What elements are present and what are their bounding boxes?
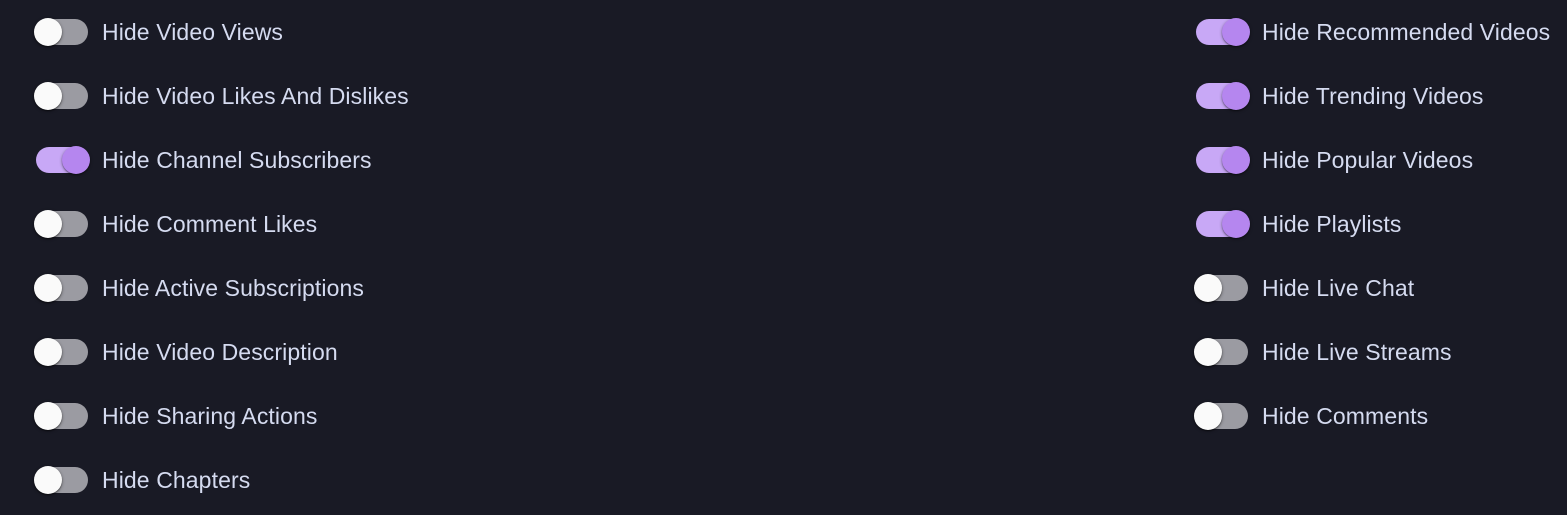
toggle-switch-hide-trending-videos-icon[interactable] [1196, 82, 1250, 110]
toggle-knob [34, 210, 62, 238]
toggle-row-hide-sharing-actions[interactable]: Hide Sharing Actions [34, 384, 1136, 448]
toggle-knob [1222, 210, 1250, 238]
toggle-row-hide-comments[interactable]: Hide Comments [1194, 384, 1567, 448]
toggle-switch-hide-video-description-icon[interactable] [34, 338, 88, 366]
toggle-label: Hide Active Subscriptions [102, 275, 365, 301]
toggle-switch-hide-video-views-icon[interactable] [34, 18, 88, 46]
toggle-knob [34, 18, 62, 46]
toggle-label: Hide Channel Subscribers [102, 147, 372, 173]
toggle-switch-hide-comment-likes-icon[interactable] [34, 210, 88, 238]
toggle-label: Hide Playlists [1262, 211, 1402, 237]
toggle-row-hide-active-subscriptions[interactable]: Hide Active Subscriptions [34, 256, 1136, 320]
toggle-knob [1194, 274, 1222, 302]
toggle-row-hide-playlists[interactable]: Hide Playlists [1196, 192, 1567, 256]
toggle-switch-hide-popular-videos-icon[interactable] [1196, 146, 1250, 174]
toggle-row-hide-live-streams[interactable]: Hide Live Streams [1194, 320, 1567, 384]
toggle-label: Hide Live Streams [1262, 339, 1452, 365]
toggle-knob [34, 466, 62, 494]
toggle-knob [34, 82, 62, 110]
toggle-label: Hide Comment Likes [102, 211, 318, 237]
toggle-column-left: Hide Video Views Hide Video Likes And Dis… [34, 0, 1136, 512]
toggle-knob [34, 338, 62, 366]
toggle-row-hide-comment-likes[interactable]: Hide Comment Likes [34, 192, 1136, 256]
toggle-row-hide-trending-videos[interactable]: Hide Trending Videos [1196, 64, 1567, 128]
hide-elements-settings-panel: Hide Video Views Hide Video Likes And Dis… [0, 0, 1567, 515]
toggle-knob [1222, 18, 1250, 46]
toggle-row-hide-video-description[interactable]: Hide Video Description [34, 320, 1136, 384]
toggle-switch-hide-comments-icon[interactable] [1194, 402, 1248, 430]
toggle-label: Hide Recommended Videos [1262, 19, 1551, 45]
toggle-knob [1222, 82, 1250, 110]
toggle-knob [1194, 338, 1222, 366]
toggle-label: Hide Popular Videos [1262, 147, 1474, 173]
toggle-knob [34, 274, 62, 302]
toggle-label: Hide Live Chat [1262, 275, 1415, 301]
toggle-switch-hide-chapters-icon[interactable] [34, 466, 88, 494]
toggle-label: Hide Comments [1262, 403, 1429, 429]
toggle-row-hide-video-views[interactable]: Hide Video Views [34, 0, 1136, 64]
toggle-switch-hide-live-streams-icon[interactable] [1194, 338, 1248, 366]
toggle-label: Hide Trending Videos [1262, 83, 1484, 109]
toggle-switch-hide-sharing-actions-icon[interactable] [34, 402, 88, 430]
toggle-switch-hide-active-subscriptions-icon[interactable] [34, 274, 88, 302]
toggle-switch-hide-playlists-icon[interactable] [1196, 210, 1250, 238]
toggle-switch-hide-video-likes-and-dislikes-icon[interactable] [34, 82, 88, 110]
toggle-knob [1222, 146, 1250, 174]
toggle-label: Hide Video Views [102, 19, 284, 45]
toggle-column-right: Hide Recommended Videos Hide Trending Vid… [1194, 0, 1567, 448]
toggle-label: Hide Video Likes And Dislikes [102, 83, 409, 109]
toggle-row-hide-channel-subscribers[interactable]: Hide Channel Subscribers [36, 128, 1136, 192]
toggle-row-hide-chapters[interactable]: Hide Chapters [34, 448, 1136, 512]
toggle-row-hide-live-chat[interactable]: Hide Live Chat [1194, 256, 1567, 320]
toggle-switch-hide-live-chat-icon[interactable] [1194, 274, 1248, 302]
toggle-knob [1194, 402, 1222, 430]
toggle-label: Hide Sharing Actions [102, 403, 318, 429]
toggle-label: Hide Video Description [102, 339, 338, 365]
toggle-row-hide-video-likes-and-dislikes[interactable]: Hide Video Likes And Dislikes [34, 64, 1136, 128]
toggle-label: Hide Chapters [102, 467, 251, 493]
toggle-row-hide-recommended-videos[interactable]: Hide Recommended Videos [1196, 0, 1567, 64]
toggle-knob [62, 146, 90, 174]
toggle-switch-hide-recommended-videos-icon[interactable] [1196, 18, 1250, 46]
toggle-knob [34, 402, 62, 430]
toggle-row-hide-popular-videos[interactable]: Hide Popular Videos [1196, 128, 1567, 192]
toggle-switch-hide-channel-subscribers-icon[interactable] [36, 146, 90, 174]
